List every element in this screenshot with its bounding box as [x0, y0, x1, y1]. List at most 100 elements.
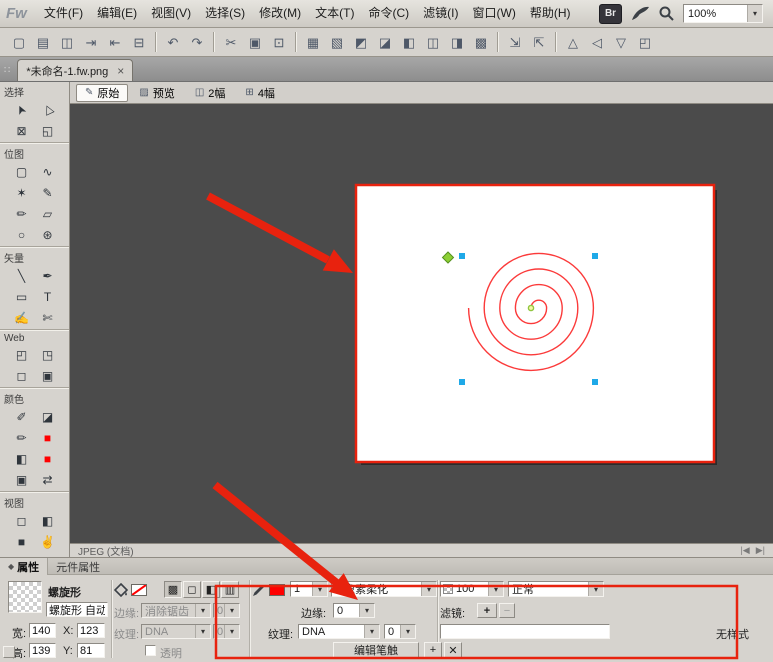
- stroke-texture-select[interactable]: DNA ▾: [298, 624, 380, 639]
- save-button[interactable]: ◫: [56, 31, 78, 53]
- new-document-button[interactable]: ▢: [8, 31, 30, 53]
- pointer-tool[interactable]: ➤: [9, 100, 35, 120]
- menu-item[interactable]: 文件(F): [37, 0, 90, 27]
- stroke-color-icon[interactable]: ✏: [9, 428, 35, 448]
- chevron-down-icon[interactable]: ▾: [747, 5, 762, 22]
- fill-texture-select[interactable]: DNA ▾: [141, 624, 211, 639]
- menu-item[interactable]: 视图(V): [144, 0, 198, 27]
- view-tab-preview[interactable]: ▨ 预览: [130, 84, 183, 102]
- fill-edge-select[interactable]: 消除锯齿 ▾: [141, 603, 211, 618]
- menu-item[interactable]: 滤镜(I): [416, 0, 465, 27]
- lasso-tool[interactable]: ∿: [35, 162, 61, 182]
- view-tab-4up[interactable]: ⊞ 4幅: [236, 84, 284, 102]
- cut-button[interactable]: ✂: [220, 31, 242, 53]
- text-tool[interactable]: T: [35, 287, 61, 307]
- menu-item[interactable]: 文本(T): [308, 0, 361, 27]
- style-name-input[interactable]: [440, 624, 610, 639]
- add-filter-button[interactable]: +: [477, 603, 497, 618]
- hand-tool[interactable]: ✌: [35, 532, 61, 552]
- swap-colors-button[interactable]: ⇄: [35, 470, 61, 490]
- group-button[interactable]: ▦: [302, 31, 324, 53]
- menu-item[interactable]: 命令(C): [362, 0, 417, 27]
- subselection-tool[interactable]: ▷: [35, 100, 61, 120]
- fill-color-well[interactable]: ■: [35, 449, 61, 469]
- flip-horizontal-button[interactable]: ◁: [586, 31, 608, 53]
- rubber-stamp-tool[interactable]: ⊛: [35, 225, 61, 245]
- redo-button[interactable]: ↷: [186, 31, 208, 53]
- document-canvas[interactable]: [357, 186, 713, 461]
- fill-option-none-button[interactable]: ◻: [183, 581, 201, 598]
- crop-tool[interactable]: ◱: [35, 121, 61, 141]
- new-style-button[interactable]: +: [424, 642, 442, 658]
- panel-corner-button[interactable]: [3, 646, 15, 658]
- import-button[interactable]: ⇥: [80, 31, 102, 53]
- brush-tool[interactable]: ✎: [35, 183, 61, 203]
- fill-option-pattern-button[interactable]: ▥: [221, 581, 239, 598]
- menu-item[interactable]: 窗口(W): [466, 0, 523, 27]
- chevron-down-icon[interactable]: ▾: [195, 604, 210, 617]
- canvas-area[interactable]: [70, 104, 773, 543]
- rotate-button[interactable]: △: [562, 31, 584, 53]
- stroke-edge-slider[interactable]: 0 ▾: [333, 603, 375, 618]
- fill-texture-amount-stepper[interactable]: 0 ▾: [213, 624, 240, 639]
- stroke-color-well[interactable]: ■: [35, 428, 61, 448]
- menu-item[interactable]: 选择(S): [198, 0, 252, 27]
- zoom-select[interactable]: 100% ▾: [683, 4, 763, 23]
- hotspot-tool[interactable]: ◰: [9, 345, 35, 365]
- bridge-button[interactable]: Br: [599, 4, 622, 24]
- hide-slices-tool[interactable]: ◻: [9, 366, 35, 386]
- x-input[interactable]: [77, 623, 105, 638]
- pencil-tool[interactable]: ✏: [9, 204, 35, 224]
- ungroup-button[interactable]: ▧: [326, 31, 348, 53]
- menu-item[interactable]: 帮助(H): [523, 0, 578, 27]
- stroke-tip-size-select[interactable]: 1 ▾: [290, 581, 328, 597]
- stroke-category-select[interactable]: 1 像素柔化 ▾: [331, 581, 437, 597]
- height-input[interactable]: [29, 643, 56, 658]
- align-left-button[interactable]: ◧: [398, 31, 420, 53]
- fill-color-swatch[interactable]: [131, 584, 147, 596]
- scale-button[interactable]: ⇲: [504, 31, 526, 53]
- align-center-button[interactable]: ◫: [422, 31, 444, 53]
- default-colors-button[interactable]: ▣: [9, 470, 35, 490]
- shape-name-input[interactable]: [46, 602, 108, 617]
- skew-button[interactable]: ⇱: [528, 31, 550, 53]
- select-behind-tool[interactable]: ⊠: [9, 121, 35, 141]
- bring-to-front-button[interactable]: ◩: [350, 31, 372, 53]
- full-screen-with-menus-button[interactable]: ◧: [35, 511, 61, 531]
- flip-vertical-button[interactable]: ▽: [610, 31, 632, 53]
- blur-tool[interactable]: ○: [9, 225, 35, 245]
- tab-properties[interactable]: ◆ 属性: [0, 558, 48, 575]
- crop-document-button[interactable]: ◰: [634, 31, 656, 53]
- marquee-tool[interactable]: ▢: [9, 162, 35, 182]
- blend-mode-select[interactable]: 正常 ▾: [508, 581, 604, 597]
- chevron-down-icon[interactable]: ▾: [588, 582, 603, 596]
- chevron-down-icon[interactable]: ▾: [224, 604, 239, 617]
- document-tab[interactable]: *未命名-1.fw.png ×: [17, 59, 133, 81]
- chevron-down-icon[interactable]: ▾: [488, 582, 503, 596]
- remove-filter-button[interactable]: −: [499, 603, 515, 618]
- undo-button[interactable]: ↶: [162, 31, 184, 53]
- close-icon[interactable]: ×: [117, 65, 124, 77]
- magic-wand-tool[interactable]: ✶: [9, 183, 35, 203]
- width-input[interactable]: [29, 623, 56, 638]
- opacity-select[interactable]: 100 ▾: [440, 581, 504, 597]
- tab-symbol-properties[interactable]: 元件属性: [48, 558, 108, 575]
- full-screen-button[interactable]: ■: [9, 532, 35, 552]
- distribute-button[interactable]: ▩: [470, 31, 492, 53]
- paste-button[interactable]: ⊡: [268, 31, 290, 53]
- view-tab-2up[interactable]: ◫ 2幅: [186, 84, 235, 102]
- last-state-icon[interactable]: ▶|: [756, 545, 765, 556]
- search-icon[interactable]: [658, 5, 675, 22]
- copy-button[interactable]: ▣: [244, 31, 266, 53]
- polygon-slice-tool[interactable]: ▣: [35, 366, 61, 386]
- eyedropper-tool[interactable]: ✐: [9, 407, 35, 427]
- stroke-texture-amount-stepper[interactable]: 0 ▾: [384, 624, 416, 639]
- chevron-down-icon[interactable]: ▾: [364, 625, 379, 638]
- fill-option-solid-button[interactable]: ▩: [164, 581, 182, 598]
- chevron-down-icon[interactable]: ▾: [224, 625, 239, 638]
- line-tool[interactable]: ╲: [9, 266, 35, 286]
- pen-tool[interactable]: ✒: [35, 266, 61, 286]
- delete-style-button[interactable]: ✕: [444, 642, 462, 658]
- view-tab-original[interactable]: ✎ 原始: [76, 84, 128, 102]
- eraser-tool[interactable]: ▱: [35, 204, 61, 224]
